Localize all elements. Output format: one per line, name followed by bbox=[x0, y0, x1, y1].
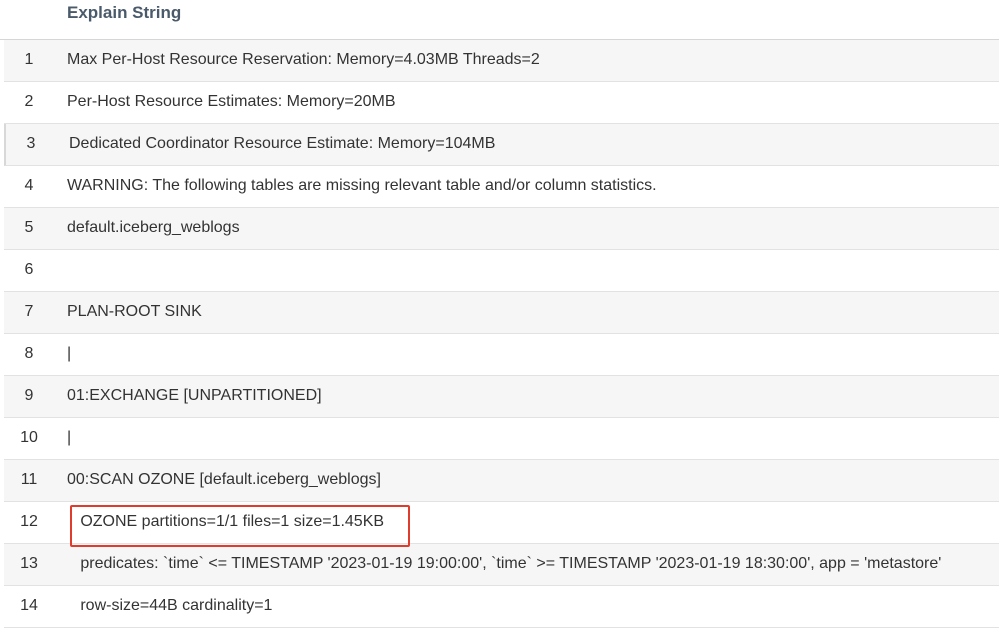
explain-results-panel: Explain String 1 Max Per-Host Resource R… bbox=[0, 0, 999, 640]
table-row[interactable]: 3 Dedicated Coordinator Resource Estimat… bbox=[4, 124, 999, 166]
row-text: predicates: `time` <= TIMESTAMP '2023-01… bbox=[67, 555, 942, 572]
table-row[interactable]: 9 01:EXCHANGE [UNPARTITIONED] bbox=[4, 376, 999, 418]
table-row[interactable]: 13 predicates: `time` <= TIMESTAMP '2023… bbox=[4, 544, 999, 586]
table-row[interactable]: 6 bbox=[4, 250, 999, 292]
row-number: 1 bbox=[24, 51, 34, 68]
row-number: 14 bbox=[20, 597, 38, 614]
row-text: Per-Host Resource Estimates: Memory=20MB bbox=[67, 93, 396, 110]
row-text: Dedicated Coordinator Resource Estimate:… bbox=[69, 135, 496, 152]
row-text: default.iceberg_weblogs bbox=[67, 219, 240, 236]
row-number: 2 bbox=[24, 93, 34, 110]
row-text: OZONE partitions=1/1 files=1 size=1.45KB bbox=[67, 513, 385, 530]
table-row[interactable]: 5 default.iceberg_weblogs bbox=[4, 208, 999, 250]
table-row[interactable]: 2 Per-Host Resource Estimates: Memory=20… bbox=[4, 82, 999, 124]
row-number: 10 bbox=[20, 429, 38, 446]
explain-table-body: 1 Max Per-Host Resource Reservation: Mem… bbox=[4, 40, 999, 628]
row-text: row-size=44B cardinality=1 bbox=[67, 597, 273, 614]
row-number: 11 bbox=[20, 471, 38, 488]
row-text: | bbox=[67, 345, 72, 362]
row-number: 9 bbox=[24, 387, 34, 404]
row-text: 01:EXCHANGE [UNPARTITIONED] bbox=[67, 387, 322, 404]
row-number: 5 bbox=[24, 219, 34, 236]
row-text: | bbox=[67, 429, 72, 446]
table-row[interactable]: 7 PLAN-ROOT SINK bbox=[4, 292, 999, 334]
row-number: 6 bbox=[24, 261, 34, 278]
column-header-explain-string[interactable]: Explain String bbox=[67, 3, 181, 23]
row-text: WARNING: The following tables are missin… bbox=[67, 177, 657, 194]
table-header: Explain String bbox=[0, 0, 999, 40]
row-number: 3 bbox=[26, 135, 36, 152]
row-number: 12 bbox=[20, 513, 38, 530]
table-row[interactable]: 4 WARNING: The following tables are miss… bbox=[4, 166, 999, 208]
table-row[interactable]: 12 OZONE partitions=1/1 files=1 size=1.4… bbox=[4, 502, 999, 544]
row-text: 00:SCAN OZONE [default.iceberg_weblogs] bbox=[67, 471, 381, 488]
table-row[interactable]: 14 row-size=44B cardinality=1 bbox=[4, 586, 999, 628]
table-row[interactable]: 8 | bbox=[4, 334, 999, 376]
row-text: PLAN-ROOT SINK bbox=[67, 303, 202, 320]
row-number: 4 bbox=[24, 177, 34, 194]
row-number: 8 bbox=[24, 345, 34, 362]
row-number: 7 bbox=[24, 303, 34, 320]
table-row[interactable]: 10 | bbox=[4, 418, 999, 460]
row-number: 13 bbox=[20, 555, 38, 572]
row-text: Max Per-Host Resource Reservation: Memor… bbox=[67, 51, 540, 68]
table-row[interactable]: 1 Max Per-Host Resource Reservation: Mem… bbox=[4, 40, 999, 82]
table-row[interactable]: 11 00:SCAN OZONE [default.iceberg_weblog… bbox=[4, 460, 999, 502]
